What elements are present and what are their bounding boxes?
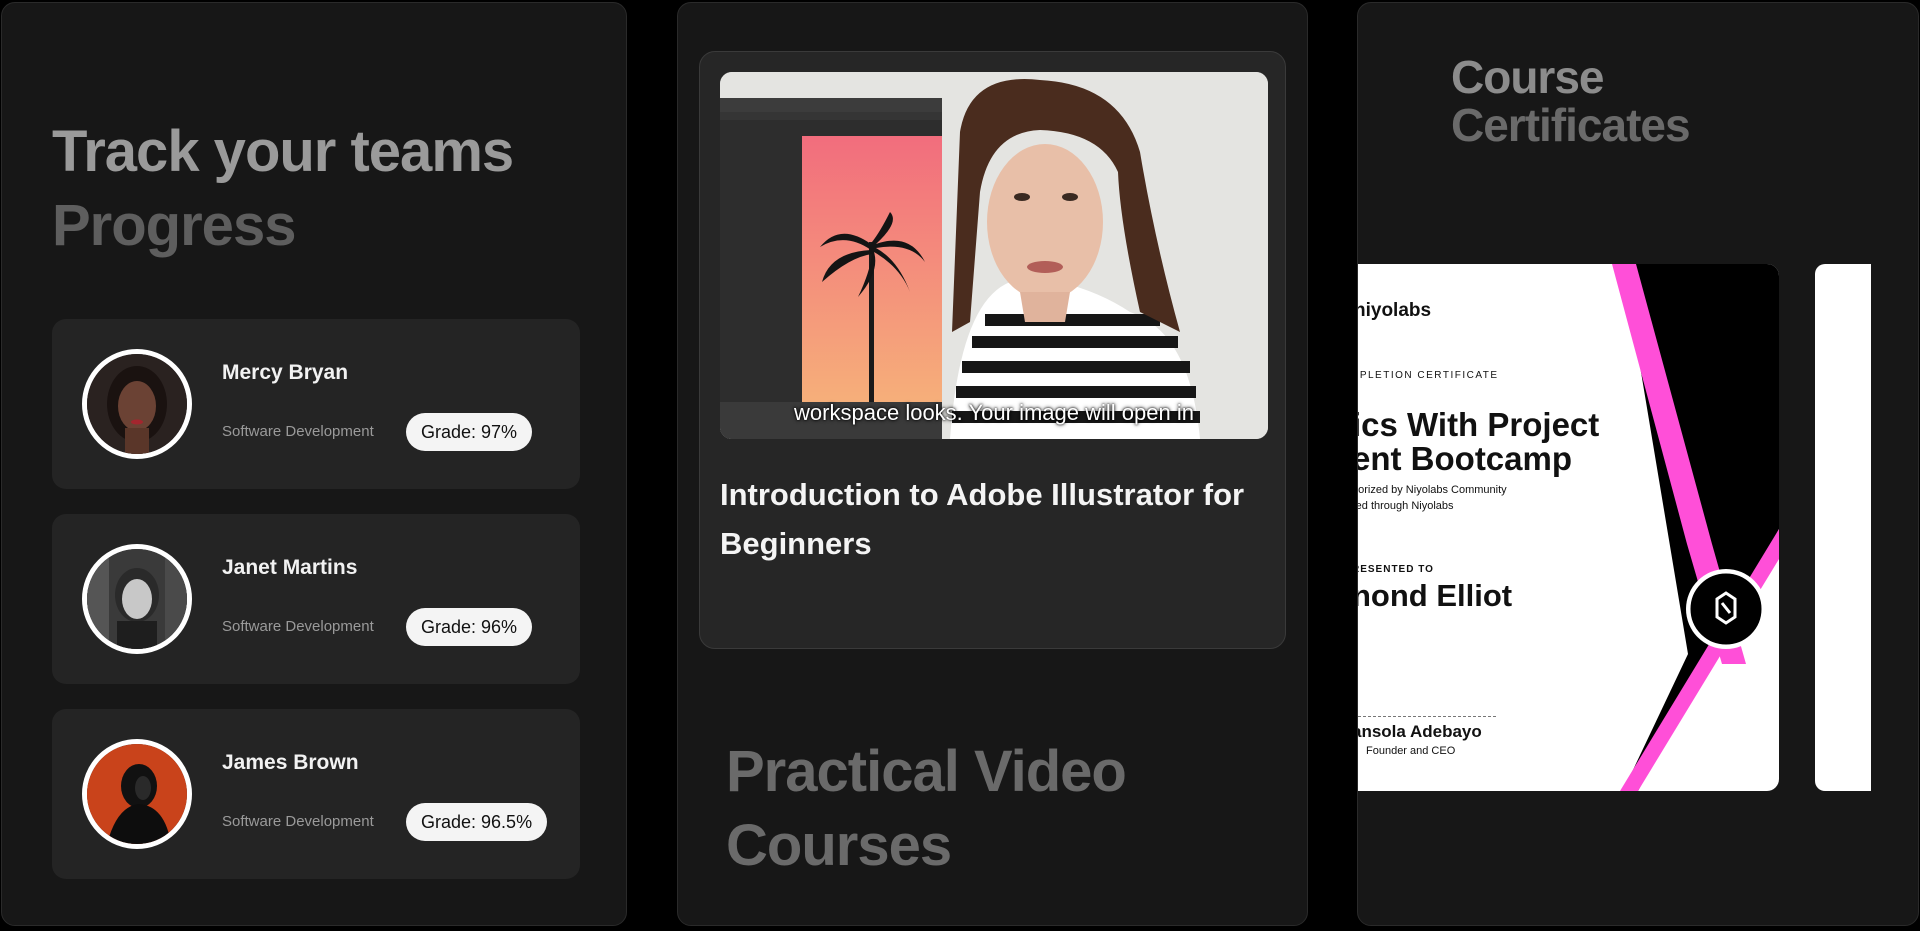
certificate-course-line2: ent Bootcamp xyxy=(1358,440,1573,477)
course-title[interactable]: Introduction to Adobe Illustrator for Be… xyxy=(720,470,1260,568)
member-role: Software Development xyxy=(222,813,374,830)
member-card-james-brown[interactable]: James Brown Software Development Grade: … xyxy=(52,709,580,879)
certificates-headline: Course Certificates xyxy=(1451,51,1691,151)
certificate-card[interactable]: niyolabs MPLETION CERTIFICATE ics With P… xyxy=(1358,264,1779,791)
member-card-janet-martins[interactable]: Janet Martins Software Development Grade… xyxy=(52,514,580,684)
headline-line1: Track your teams xyxy=(52,119,514,184)
certificate-type: MPLETION CERTIFICATE xyxy=(1358,370,1499,381)
video-player[interactable]: workspace looks. Your image will open in xyxy=(720,72,1268,439)
certificate-verify: Verify at niyolabs.com/verify/ AMKYUZLYU… xyxy=(1665,708,1765,741)
grade-badge: Grade: 97% xyxy=(406,413,533,451)
member-name: James Brown xyxy=(222,751,359,774)
member-role: Software Development xyxy=(222,618,374,635)
grade-badge: Grade: 96% xyxy=(406,608,533,646)
certificate-signer-title: Founder and CEO xyxy=(1366,745,1456,757)
member-card-mercy-bryan[interactable]: Mercy Bryan Software Development Grade: … xyxy=(52,319,580,489)
grade-badge: Grade: 96.5% xyxy=(406,803,548,841)
video-courses-panel: workspace looks. Your image will open in… xyxy=(677,2,1308,926)
headline-line1: Practical Video xyxy=(726,739,1127,804)
headline-line1: Course xyxy=(1451,51,1604,103)
headline-line2: Progress xyxy=(52,193,296,258)
verify-line2: niyolabs.com/verify/ xyxy=(1685,719,1765,729)
certified-seal-icon xyxy=(1686,569,1766,649)
video-caption: workspace looks. Your image will open in xyxy=(794,400,1194,425)
headline-line2: Certificates xyxy=(1451,99,1691,151)
signature-line xyxy=(1358,716,1496,717)
team-progress-panel: Track your teams Progress Mercy Bryan So… xyxy=(1,2,627,926)
team-progress-headline: Track your teams Progress xyxy=(52,115,514,263)
video-thumbnail xyxy=(720,72,1268,439)
certificate-delivered: red through Niyolabs xyxy=(1358,500,1454,512)
certificate-course-line1: ics With Project xyxy=(1358,406,1600,443)
member-role: Software Development xyxy=(222,423,374,440)
next-certificate-card[interactable] xyxy=(1815,264,1871,791)
verify-line3: AMKYUZLYUOR7 xyxy=(1692,730,1765,740)
verify-line1: Verify at xyxy=(1732,708,1765,718)
certificate-presented-to: RESENTED TO xyxy=(1358,564,1434,575)
avatar xyxy=(82,739,192,849)
avatar xyxy=(82,544,192,654)
avatar xyxy=(82,349,192,459)
member-name: Janet Martins xyxy=(222,556,358,579)
course-card[interactable]: workspace looks. Your image will open in… xyxy=(699,51,1286,649)
niyolabs-logo: niyolabs xyxy=(1358,300,1432,321)
member-name: Mercy Bryan xyxy=(222,361,349,384)
certificate-recipient: nond Elliot xyxy=(1358,578,1513,613)
certificate-signer: ansola Adebayo xyxy=(1358,722,1482,741)
headline-line2: Courses xyxy=(726,813,952,878)
video-courses-headline: Practical Video Courses xyxy=(726,735,1127,883)
certificates-panel: Course Certificates niyolabs MPLETION CE… xyxy=(1357,2,1919,926)
certificate-authorized: horized by Niyolabs Community xyxy=(1358,484,1507,496)
